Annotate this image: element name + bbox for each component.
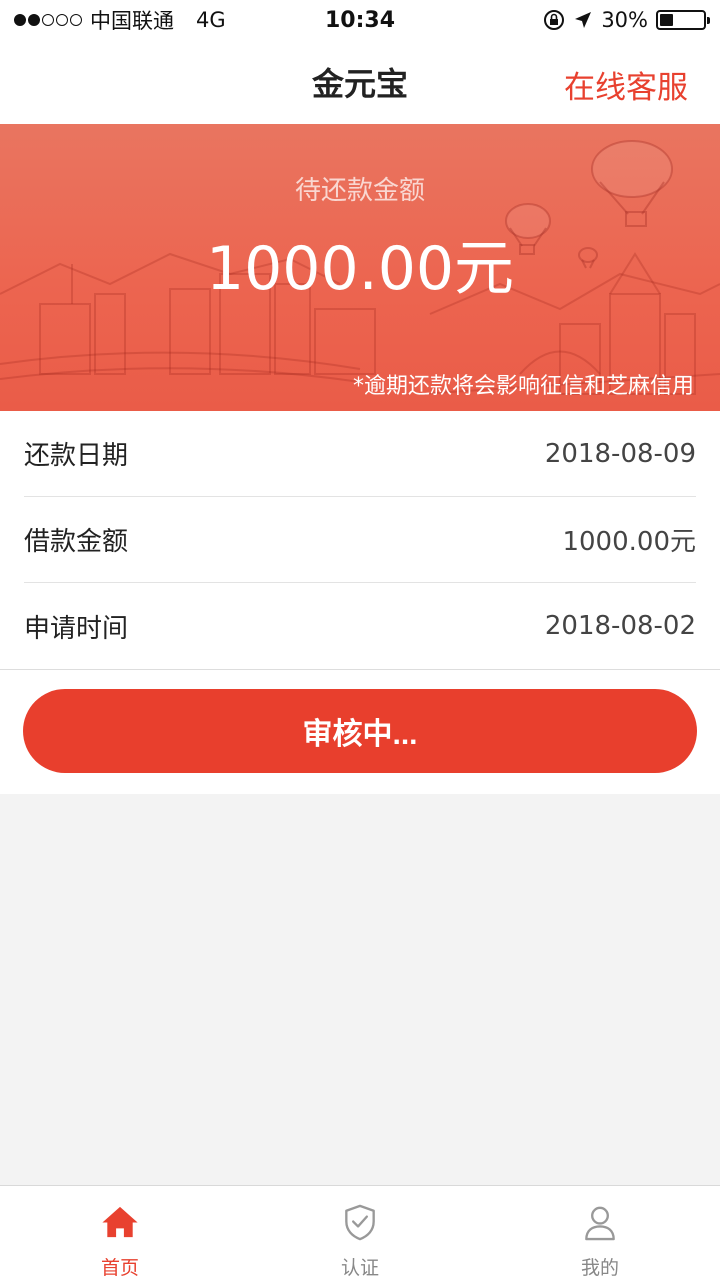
amount-due-value: 1000.00元 (205, 234, 515, 304)
repayment-date-row: 还款日期 2018-08-09 (24, 411, 696, 497)
info-label: 借款金额 (24, 527, 129, 557)
amount-due-label: 待还款金额 (294, 176, 425, 206)
signal-strength-icon (14, 14, 82, 26)
info-label: 还款日期 (24, 441, 129, 471)
tab-label: 首页 (100, 1257, 139, 1279)
person-icon (585, 1206, 615, 1241)
online-service-link[interactable]: 在线客服 (564, 62, 688, 107)
tab-label: 认证 (340, 1257, 379, 1279)
overdue-warning: *逾期还款将会影响征信和芝麻信用 (352, 374, 694, 399)
repayment-banner: 待还款金额 1000.00元 *逾期还款将会影响征信和芝麻信用 (0, 124, 720, 411)
info-value: 2018-08-09 (544, 438, 696, 469)
orientation-lock-icon (544, 10, 565, 30)
battery-icon (656, 10, 710, 30)
home-icon (102, 1206, 138, 1238)
battery-percent: 30% (601, 8, 648, 32)
info-value: 1000.00元 (562, 527, 696, 557)
tab-label: 我的 (580, 1257, 619, 1279)
nav-bar: 金元宝 在线客服 (0, 40, 720, 124)
bottom-tab-bar: 首页 认证 我的 (0, 1185, 720, 1280)
loan-info-list: 还款日期 2018-08-09 借款金额 1000.00元 申请时间 2018-… (0, 411, 720, 670)
status-left: 中国联通 4G (14, 5, 226, 35)
status-bar: 中国联通 4G 10:34 30% (0, 0, 720, 40)
network-type: 4G (196, 8, 226, 32)
action-area: 审核中... (0, 670, 720, 794)
battery-level (660, 14, 673, 26)
info-value: 2018-08-02 (544, 611, 696, 641)
loan-amount-row: 借款金额 1000.00元 (24, 497, 696, 583)
tab-home[interactable]: 首页 (0, 1186, 240, 1280)
info-label: 申请时间 (24, 613, 129, 644)
page-title: 金元宝 (311, 65, 408, 103)
tab-verification[interactable]: 认证 (240, 1186, 480, 1280)
reviewing-status-button[interactable]: 审核中... (23, 689, 697, 773)
status-right: 30% (543, 8, 710, 32)
tab-profile[interactable]: 我的 (480, 1186, 720, 1280)
shield-check-icon (345, 1204, 375, 1241)
carrier-name: 中国联通 (90, 9, 174, 33)
location-arrow-icon (575, 12, 592, 28)
application-time-row: 申请时间 2018-08-02 (24, 583, 696, 669)
